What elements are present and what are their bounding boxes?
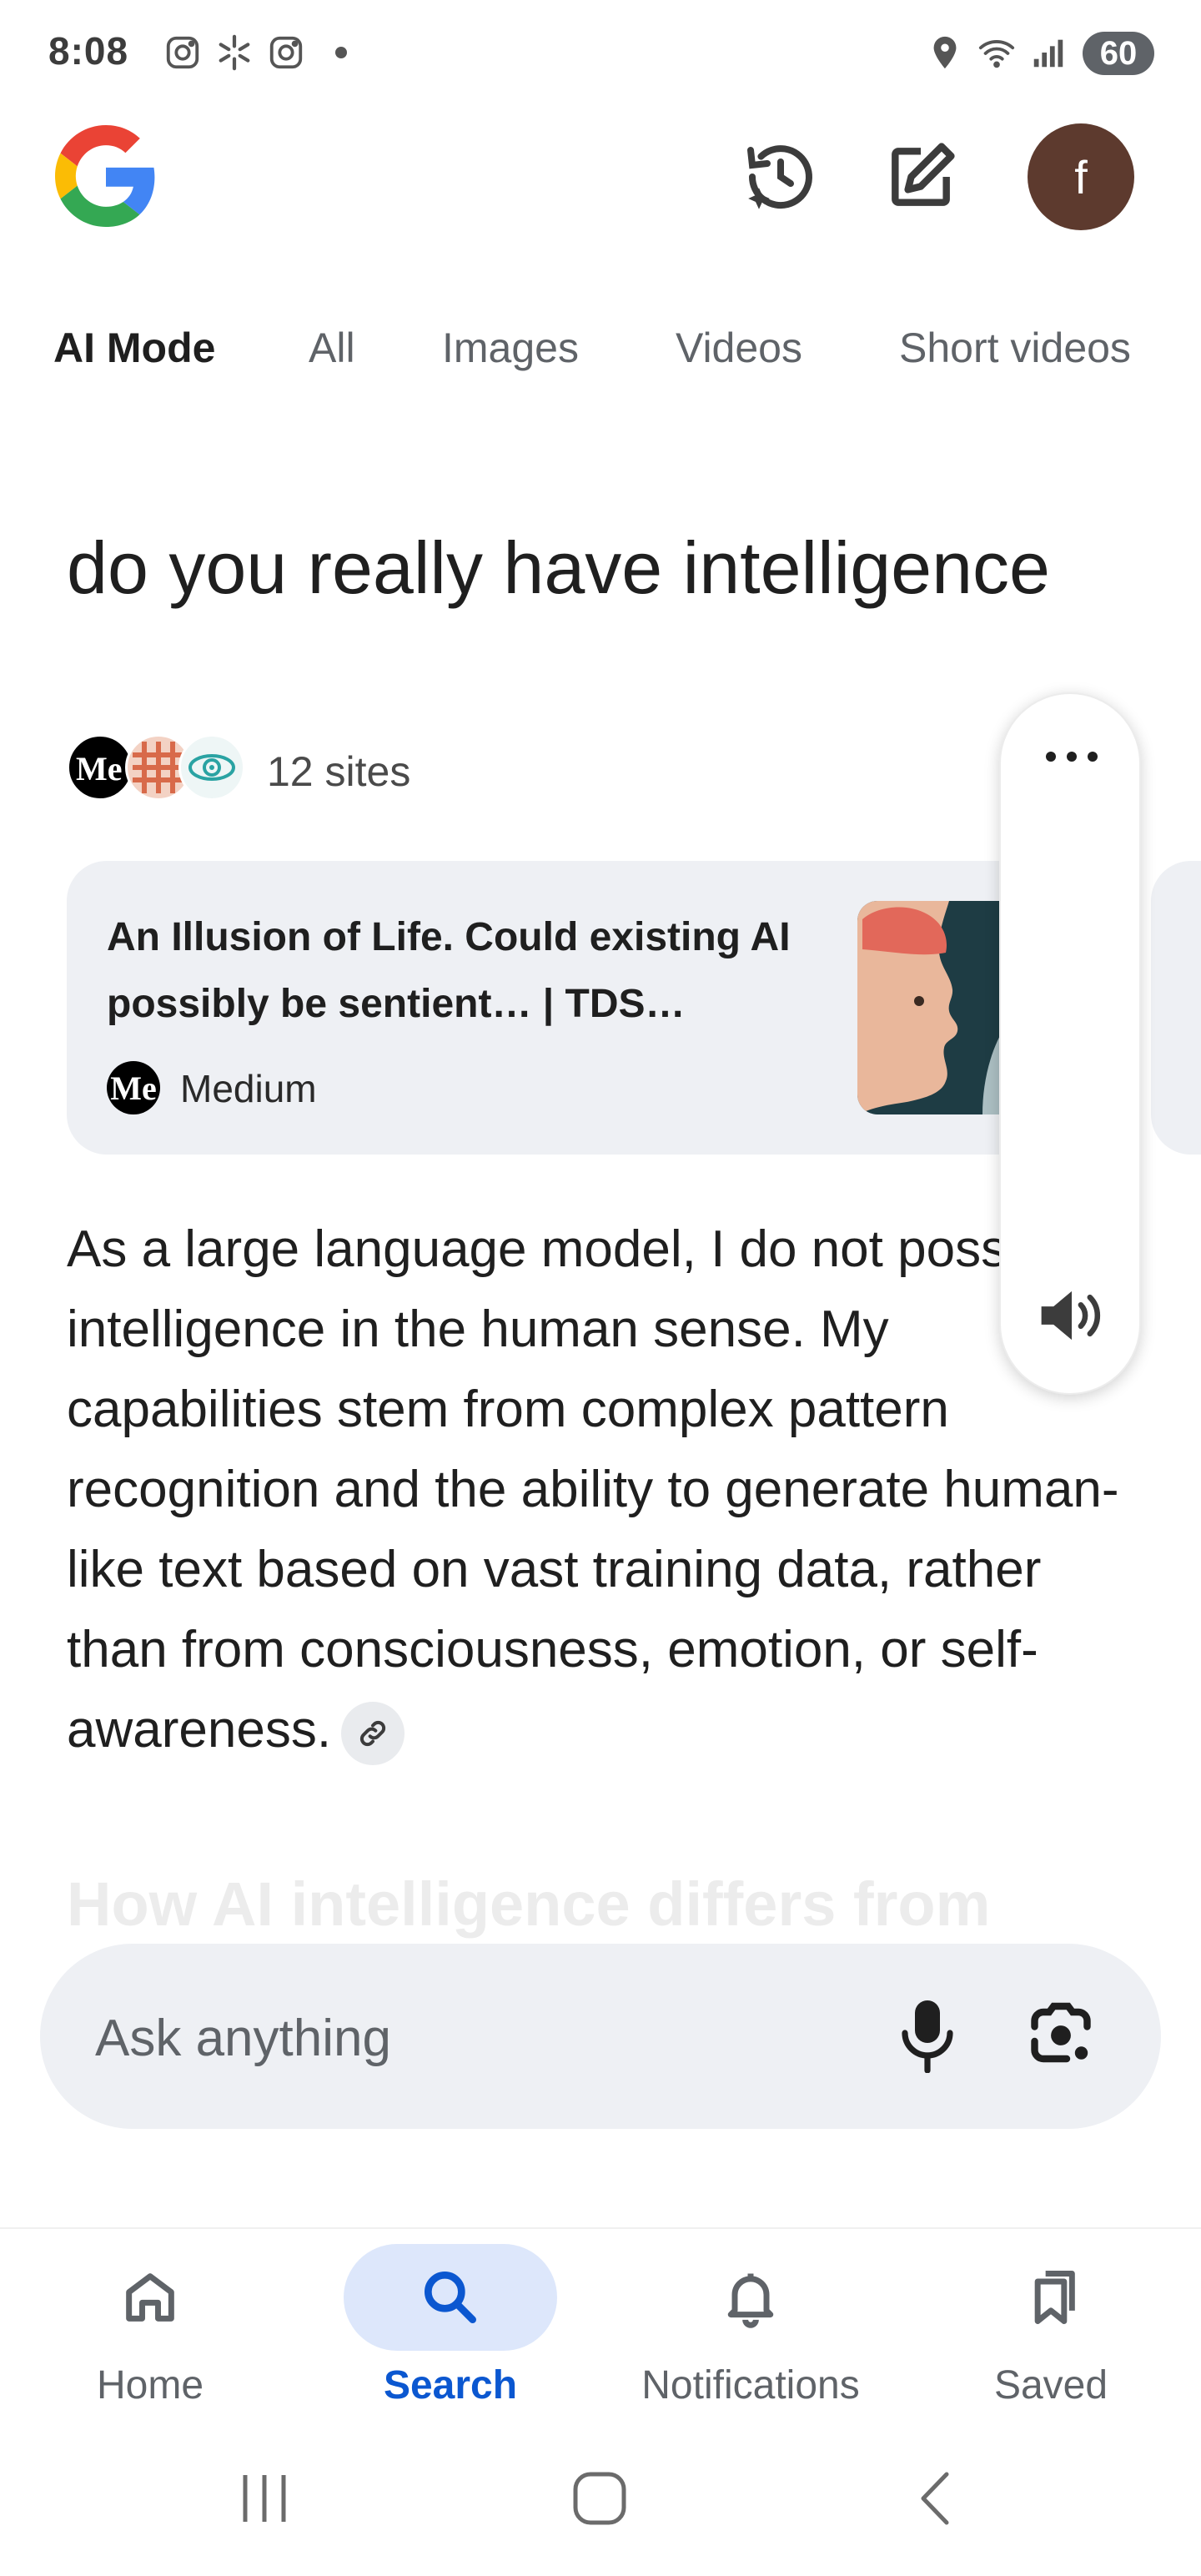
ai-answer: As a large language model, I do not poss… — [67, 1210, 1143, 1770]
recent-apps-button[interactable] — [219, 2461, 310, 2536]
edit-icon — [892, 143, 955, 206]
search-icon — [425, 2272, 476, 2323]
lens-search-button[interactable] — [1014, 1989, 1108, 2082]
floating-action-panel — [999, 692, 1141, 1395]
more-options-button[interactable] — [1030, 727, 1113, 786]
notification-dot-icon — [335, 47, 347, 58]
nav-notifications-pill — [644, 2244, 857, 2351]
sites-count[interactable]: 12 sites — [267, 747, 410, 796]
home-square-icon — [573, 2472, 626, 2525]
signal-icon — [1029, 33, 1068, 72]
citation-link-button[interactable] — [341, 1701, 405, 1765]
tab-videos[interactable]: Videos — [676, 324, 802, 372]
home-icon — [126, 2273, 174, 2322]
bell-icon — [727, 2273, 774, 2328]
nav-saved-label: Saved — [993, 2363, 1108, 2407]
nav-home-label: Home — [96, 2363, 204, 2407]
medium-logo: Me — [107, 1061, 160, 1114]
home-system-button[interactable] — [554, 2461, 646, 2536]
google-logo[interactable] — [55, 125, 157, 227]
nav-notifications[interactable]: Notifications — [626, 2244, 876, 2428]
instagram-icon — [163, 33, 202, 72]
source-card[interactable]: An Illusion of Life. Could existing AI p… — [67, 861, 1118, 1155]
wifi-icon — [977, 33, 1016, 72]
nav-search[interactable]: Search — [325, 2244, 575, 2428]
eye-source-icon[interactable] — [178, 734, 245, 801]
nav-home-pill — [43, 2244, 257, 2351]
medium-source-icon[interactable]: Me — [67, 734, 133, 801]
tab-all[interactable]: All — [309, 324, 355, 372]
ask-input[interactable] — [93, 2002, 847, 2074]
svg-text:Me: Me — [76, 750, 123, 787]
read-aloud-button[interactable] — [1026, 1278, 1118, 1353]
instagram-icon-2 — [267, 33, 305, 72]
tab-ai-mode[interactable]: AI Mode — [53, 324, 215, 372]
back-chevron-icon — [921, 2472, 949, 2525]
ai-answer-text: As a large language model, I do not poss… — [67, 1220, 1119, 1758]
nav-notifications-label: Notifications — [641, 2363, 860, 2407]
query-heading: do you really have intelligence — [67, 526, 1050, 609]
more-dots-icon — [1046, 752, 1098, 762]
ask-bar — [40, 1944, 1161, 2129]
source-card-site: Medium — [180, 1067, 317, 1110]
next-source-card[interactable] — [1151, 861, 1201, 1155]
new-chat-button[interactable] — [877, 133, 964, 220]
back-button[interactable] — [889, 2461, 981, 2536]
nav-search-label: Search — [383, 2363, 518, 2407]
speaker-icon — [1041, 1291, 1101, 1341]
tab-short-videos[interactable]: Short videos — [899, 324, 1131, 372]
link-icon — [360, 1720, 386, 1746]
history-button[interactable] — [737, 133, 824, 220]
nav-saved-pill — [944, 2244, 1158, 2351]
nav-search-pill — [344, 2244, 557, 2351]
battery-indicator: 60 — [1083, 32, 1154, 75]
source-card-title: An Illusion of Life. Could existing AI p… — [107, 915, 791, 1026]
faded-section-heading: How AI intelligence differs from — [67, 1869, 991, 1939]
tab-images[interactable]: Images — [442, 324, 579, 372]
nav-saved[interactable]: Saved — [926, 2244, 1176, 2428]
account-avatar[interactable]: f — [1028, 123, 1134, 230]
bookmarks-icon — [1034, 2271, 1075, 2324]
recents-icon — [243, 2475, 286, 2522]
location-icon — [926, 33, 964, 72]
nav-divider — [0, 2227, 1201, 2229]
status-time: 8:08 — [48, 29, 129, 73]
voice-search-button[interactable] — [881, 1989, 974, 2082]
camera-lens-icon — [1031, 2002, 1091, 2063]
nav-home[interactable]: Home — [25, 2244, 275, 2428]
microphone-icon — [902, 2000, 953, 2073]
history-icon — [747, 145, 812, 209]
walmart-spark-icon — [215, 33, 254, 72]
